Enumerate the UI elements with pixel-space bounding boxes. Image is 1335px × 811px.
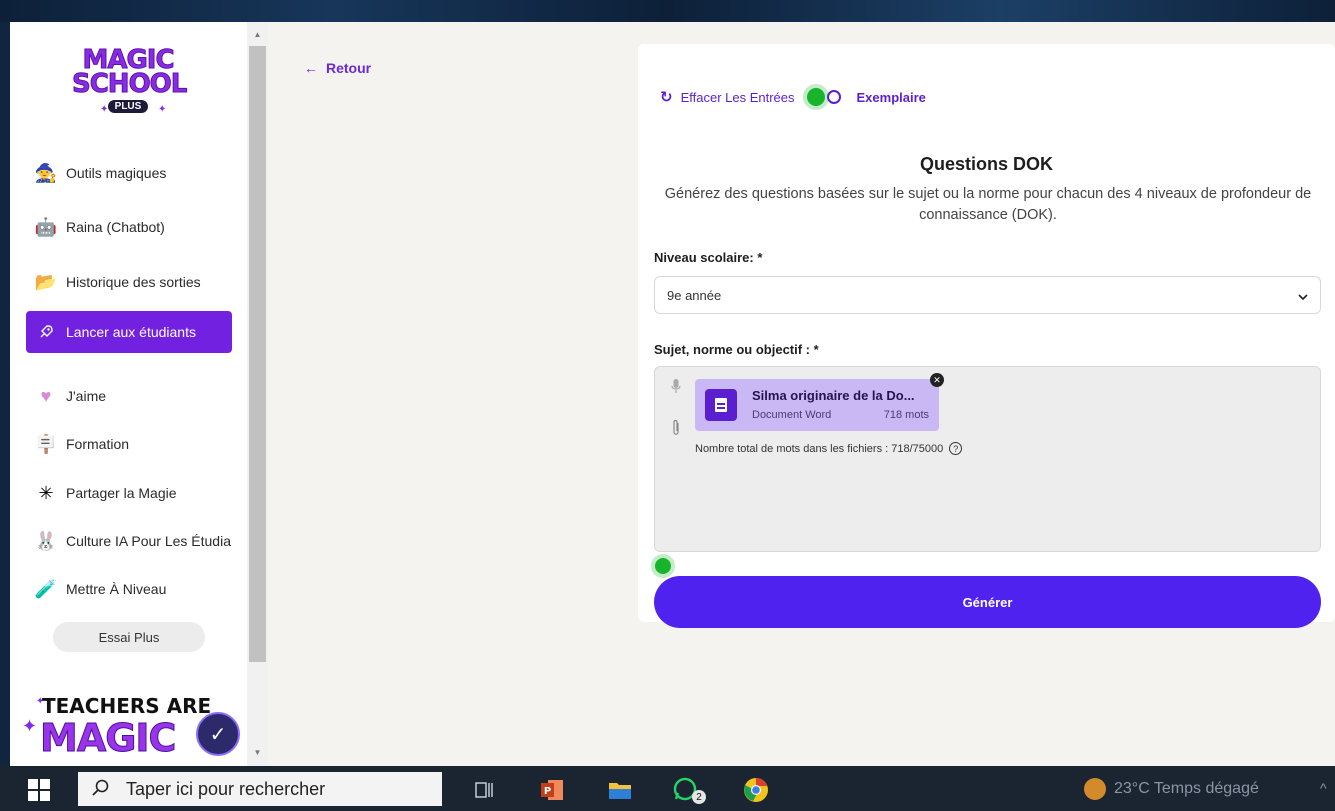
sidebar-item-label: J'aime	[66, 388, 107, 404]
search-placeholder: Taper ici pour rechercher	[126, 778, 326, 799]
verified-badge-icon[interactable]: ✓	[196, 712, 240, 756]
weather-text: 23°C Temps dégagé	[1114, 780, 1259, 797]
remove-file-close-icon[interactable]: ✕	[930, 373, 944, 387]
bunny-icon: 🐰	[34, 530, 58, 551]
svg-text:P: P	[544, 786, 551, 797]
sidebar: MAGIC SCHOOL PLUS ✦ ✦ 🧙 Outils magiques …	[10, 22, 247, 766]
page-title: Questions DOK	[919, 154, 1053, 174]
grade-select[interactable]: 9e année	[654, 276, 1321, 314]
sidebar-item-label: Lancer aux étudiants	[66, 324, 196, 340]
panel-toolbar: ↻ Effacer Les Entrées Exemplaire	[660, 86, 926, 108]
sidebar-item-culture-ia[interactable]: 🐰 Culture IA Pour Les Étudia	[26, 521, 232, 561]
rocket-icon	[26, 324, 66, 340]
taskbar-search-input[interactable]: Taper ici pour rechercher	[78, 772, 442, 806]
paperclip-icon[interactable]	[667, 417, 685, 439]
sidebar-item-label: Raina (Chatbot)	[66, 219, 165, 235]
potion-icon: 🧪	[34, 578, 58, 599]
powerpoint-icon[interactable]: P	[538, 776, 566, 804]
sparkle-icon: ✦	[158, 104, 167, 115]
sidebar-item-historique[interactable]: 📂 Historique des sorties	[26, 262, 232, 302]
microphone-icon[interactable]	[667, 375, 685, 397]
grade-value: 9e année	[667, 287, 722, 303]
back-label: Retour	[326, 60, 372, 76]
click-indicator-dot	[806, 88, 825, 106]
robot-icon: 🤖	[34, 216, 58, 237]
search-icon	[92, 779, 112, 799]
example-button[interactable]: Exemplaire	[826, 89, 926, 105]
sidebar-item-jaime[interactable]: ♥ J'aime	[26, 376, 232, 416]
file-name: Silma originaire de la Do...	[752, 388, 915, 403]
logo-line2: SCHOOL	[72, 69, 188, 99]
weather-widget[interactable]: 23°C Temps dégagé	[1084, 778, 1259, 800]
refresh-icon: ↻	[660, 89, 673, 106]
file-explorer-icon[interactable]	[606, 776, 634, 804]
sidebar-item-mettre-a-niveau[interactable]: 🧪 Mettre À Niveau	[26, 569, 232, 609]
notification-badge: 2	[692, 790, 706, 804]
task-view-icon[interactable]	[470, 776, 498, 804]
weather-icon	[1084, 778, 1106, 800]
example-label: Exemplaire	[856, 89, 926, 105]
sidebar-item-label: Culture IA Pour Les Étudia	[66, 533, 231, 549]
sidebar-item-label: Partager la Magie	[66, 485, 177, 501]
sidebar-item-lancer-aux-etudiants[interactable]: Lancer aux étudiants	[26, 311, 232, 353]
windows-start-icon[interactable]	[28, 779, 50, 801]
browser-viewport: MAGIC SCHOOL PLUS ✦ ✦ 🧙 Outils magiques …	[10, 22, 1335, 766]
scrollbar-thumb[interactable]	[249, 46, 266, 662]
sidebar-item-label: Outils magiques	[66, 165, 167, 181]
chrome-icon[interactable]	[742, 776, 770, 804]
arrow-left-icon: ←	[304, 60, 318, 76]
windows-taskbar: Taper ici pour rechercher P 2 23°C Temps…	[0, 766, 1335, 811]
sparkle-icon: ✳	[38, 482, 54, 503]
sidebar-item-label: Historique des sorties	[66, 274, 201, 290]
essai-plus-button[interactable]: Essai Plus	[53, 622, 205, 652]
topic-input[interactable]: Silma originaire de la Do... Document Wo…	[654, 366, 1321, 552]
total-word-count: Nombre total de mots dans les fichiers :…	[695, 442, 963, 455]
sidebar-item-outils-magiques[interactable]: 🧙 Outils magiques	[26, 153, 232, 193]
attached-file-chip[interactable]: Silma originaire de la Do... Document Wo…	[695, 373, 944, 431]
sidebar-item-formation[interactable]: 🪧 Formation	[26, 424, 232, 464]
generate-button[interactable]: Générer	[654, 576, 1321, 628]
sidebar-item-label: Mettre À Niveau	[66, 581, 167, 597]
tool-panel: ↻ Effacer Les Entrées Exemplaire Questio…	[638, 44, 1335, 628]
file-word-count: 718 mots	[883, 409, 929, 421]
sidebar-scrollbar[interactable]: ▲ ▼	[247, 22, 268, 766]
scroll-down-icon[interactable]: ▼	[247, 744, 268, 760]
whatsapp-icon[interactable]: 2	[672, 776, 706, 804]
click-indicator-dot	[655, 558, 671, 574]
clear-inputs-button[interactable]: ↻ Effacer Les Entrées	[660, 88, 795, 106]
promo-line1: TEACHERS ARE	[42, 694, 212, 718]
chevron-up-icon[interactable]: ^	[1320, 780, 1327, 796]
desktop-left-strip	[0, 22, 10, 766]
scroll-up-icon[interactable]: ▲	[247, 26, 268, 42]
sidebar-item-raina-chatbot[interactable]: 🤖 Raina (Chatbot)	[26, 207, 232, 247]
document-icon	[705, 389, 737, 421]
page-subtitle: Générez des questions basées sur le suje…	[664, 186, 1312, 223]
promo-line2: MAGIC	[39, 716, 176, 761]
folder-icon: 📂	[34, 271, 58, 292]
file-type: Document Word	[752, 409, 832, 421]
logo-plus-badge: PLUS	[107, 100, 149, 113]
easel-icon: 🪧	[34, 433, 58, 454]
award-icon	[826, 90, 841, 104]
sparkle-icon: ✦	[22, 716, 38, 736]
magicschool-logo[interactable]: MAGIC SCHOOL PLUS ✦ ✦	[72, 47, 188, 128]
sparkle-icon: ✦	[100, 104, 109, 115]
topic-label: Sujet, norme ou objectif : *	[654, 342, 819, 357]
back-link[interactable]: ← Retour	[304, 60, 371, 76]
wand-icon: 🧙	[34, 162, 58, 183]
help-icon[interactable]: ?	[949, 442, 963, 455]
heart-icon: ♥	[40, 385, 52, 406]
sidebar-item-label: Formation	[66, 436, 130, 452]
grade-label: Niveau scolaire: *	[654, 250, 763, 265]
desktop-top-strip	[0, 0, 1335, 22]
chevron-down-icon	[1298, 288, 1308, 303]
word-count-text: Nombre total de mots dans les fichiers :…	[695, 442, 944, 455]
clear-inputs-label: Effacer Les Entrées	[680, 89, 795, 105]
sidebar-item-partager-la-magie[interactable]: ✳ Partager la Magie	[26, 473, 232, 513]
